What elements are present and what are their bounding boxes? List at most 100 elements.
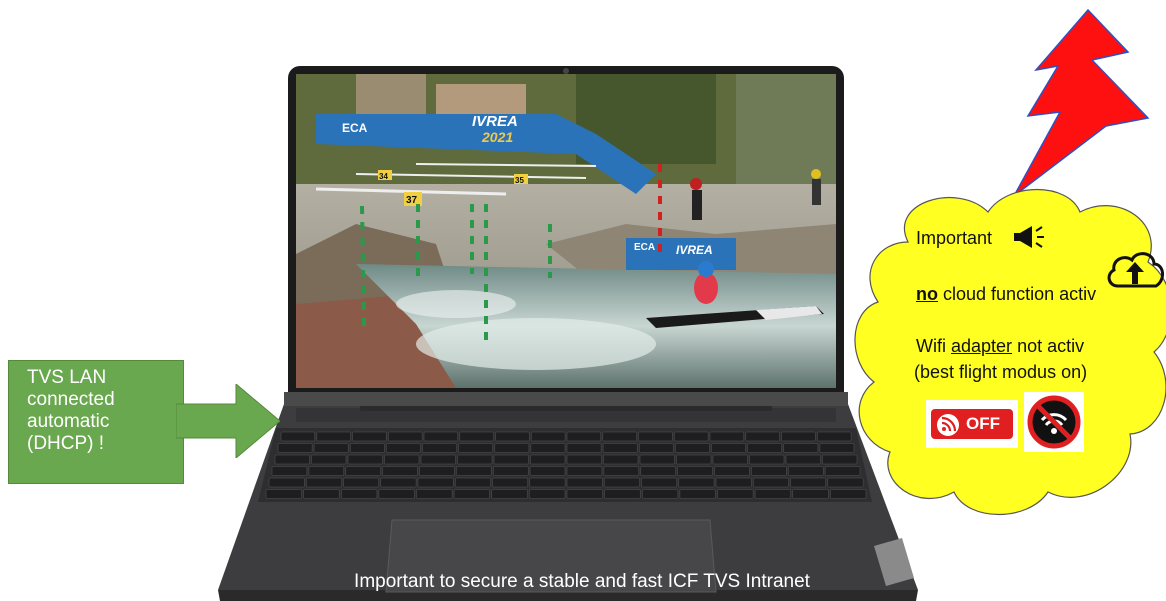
megaphone-icon (1014, 226, 1044, 248)
banner-year: 2021 (481, 129, 513, 145)
keyboard-key (380, 477, 417, 488)
keyboard-key (459, 431, 494, 442)
keyboard-key (420, 454, 456, 465)
keyboard-key (529, 466, 566, 476)
keyboard-key (456, 466, 492, 476)
keyboard-key (604, 489, 641, 499)
lan-note-line: connected (27, 389, 115, 410)
keyboard-key (676, 454, 712, 465)
keyboard-key (316, 431, 351, 442)
wifi-line: Wifi adapter not activ (916, 336, 1084, 357)
adapter-label: adapter (951, 336, 1013, 356)
lan-note-line: automatic (27, 411, 110, 432)
keyboard-key (493, 466, 529, 476)
flight-mode-label: (best flight modus on) (914, 362, 1088, 382)
keyboard-key (678, 477, 715, 488)
keyboard-key (674, 431, 709, 442)
keyboard-key (566, 466, 603, 476)
no-label: no (916, 284, 938, 304)
keyboard-key (453, 489, 490, 499)
keyboard-key (783, 443, 819, 453)
gate-number: 37 (406, 195, 418, 206)
keyboard-key (566, 489, 603, 499)
keyboard-key (639, 443, 674, 453)
keyboard-key (268, 477, 305, 488)
keyboard-key (303, 489, 340, 499)
cloud-function-label: cloud function activ (943, 284, 1097, 304)
gate-number: 34 (379, 172, 388, 181)
keyboard-key (529, 477, 566, 488)
rss-off-icon (937, 414, 959, 436)
keyboard-key (280, 431, 316, 442)
keyboard-key (313, 443, 349, 453)
laptop-hinge (284, 392, 848, 406)
keyboard-key (566, 477, 603, 488)
keyboard-key (709, 431, 745, 442)
keyboard-key (715, 477, 752, 488)
banner2-logo: ECA (634, 242, 655, 253)
banner-logo: ECA (342, 121, 368, 135)
keyboard-key (458, 443, 493, 453)
keyboard-key (384, 454, 420, 465)
keyboard-key (423, 431, 459, 442)
keyboard-key (566, 431, 602, 442)
keyboard-key (638, 431, 673, 442)
keyboard-key (530, 454, 566, 465)
keyboard-key (717, 489, 754, 499)
keyboard-key (277, 443, 313, 453)
keyboard-key (382, 466, 418, 476)
keyboard-key (640, 466, 676, 476)
keyboard-key (388, 431, 423, 442)
keyboard-key (494, 443, 530, 453)
keyboard-key (639, 454, 675, 465)
cloud-upload-icon (1107, 252, 1164, 288)
keyboard-key (347, 454, 383, 465)
lan-note-line: TVS LAN (27, 367, 107, 388)
screen-photo: ECA IVREA 2021 ECA IVREA 37 34 35 (296, 74, 836, 388)
keyboard-key (745, 431, 780, 442)
keyboard-key (422, 443, 457, 453)
keyboard-key (790, 477, 827, 488)
lightning-bolt-icon (1013, 8, 1150, 197)
keyboard-key (711, 443, 746, 453)
keyboard-key (785, 454, 821, 465)
keyboard-key (566, 454, 602, 465)
keyboard-key (792, 489, 829, 499)
right-arrow-icon (176, 384, 280, 458)
keyboard-key (712, 454, 748, 465)
keyboard-key (529, 489, 566, 499)
keyboard-key (677, 466, 713, 476)
no-wifi-icon (1027, 395, 1081, 449)
keyboard-key (350, 443, 385, 453)
keyboard-key (751, 466, 787, 476)
keyboard-key (604, 477, 640, 488)
keyboard-key (602, 431, 637, 442)
keyboard-key (603, 466, 640, 476)
keyboard-key (747, 443, 782, 453)
keyboard-key (603, 454, 639, 465)
gate-number: 35 (515, 176, 524, 185)
banner-title: IVREA (472, 113, 518, 130)
keyboard-key (530, 443, 566, 453)
keyboard-key (754, 489, 791, 499)
no-cloud-line: no cloud function activ (916, 284, 1096, 305)
keyboard-key (311, 454, 347, 465)
keyboard-key (271, 466, 308, 476)
keyboard-key (641, 477, 678, 488)
keyboard-key (416, 489, 453, 499)
keyboard-key (491, 489, 528, 499)
keyboard-key (781, 431, 816, 442)
keyboard-key (817, 431, 852, 442)
keyboard-key (419, 466, 455, 476)
keyboard-key (343, 477, 380, 488)
banner2-title: IVREA (676, 243, 713, 257)
keyboard-key (749, 454, 785, 465)
bottom-caption: Important to secure a stable and fast IC… (354, 571, 810, 592)
keyboard-key (675, 443, 710, 453)
keyboard-key (265, 489, 302, 499)
keyboard-key (602, 443, 638, 453)
keyboard-key (345, 466, 381, 476)
keyboard-key (274, 454, 310, 465)
keyboard-key (642, 489, 679, 499)
keyboard-key (417, 477, 454, 488)
